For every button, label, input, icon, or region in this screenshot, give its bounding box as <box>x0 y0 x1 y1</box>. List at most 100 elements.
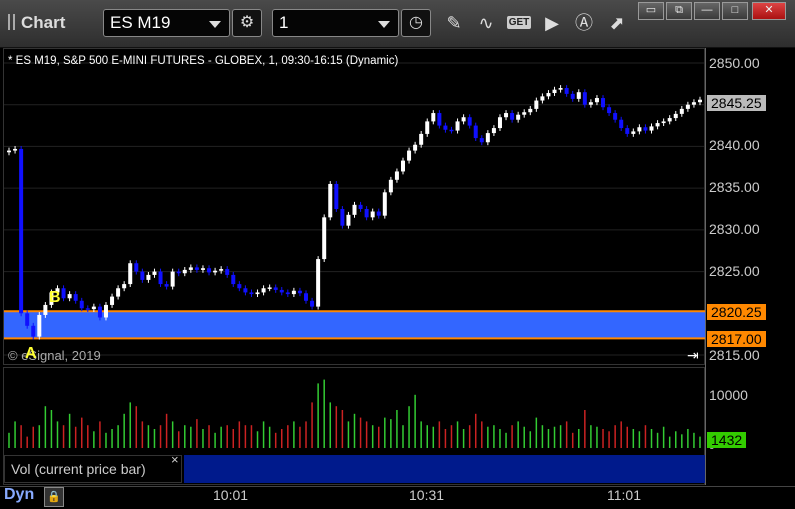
candle-body <box>370 211 375 218</box>
candle-body <box>122 284 127 289</box>
candle-body <box>419 133 424 145</box>
candle-body <box>316 259 321 307</box>
candle-body <box>110 296 115 305</box>
time-axis[interactable] <box>0 486 795 509</box>
candle-body <box>443 125 448 130</box>
candle-body <box>37 314 42 337</box>
candle-body <box>91 306 96 310</box>
candle-body <box>588 102 593 105</box>
candle-body <box>31 325 36 337</box>
candle-body <box>491 128 496 134</box>
candle-body <box>310 300 315 307</box>
candle-body <box>449 129 454 132</box>
candle-body <box>655 123 660 127</box>
candle-body <box>7 150 11 153</box>
candle-body <box>667 118 672 122</box>
candle-body <box>103 304 108 318</box>
lock-icon[interactable]: 🔒 <box>44 487 64 507</box>
candle-body <box>607 107 612 114</box>
price-tick: 2825.00 <box>709 263 760 279</box>
candle-body <box>631 131 636 134</box>
candle-body <box>279 289 284 293</box>
support-band <box>4 311 705 339</box>
candle-body <box>352 204 357 215</box>
candle-body <box>558 88 563 90</box>
candle-body <box>485 133 490 143</box>
candle-body <box>576 92 581 99</box>
candle-body <box>394 171 399 180</box>
candle-body <box>594 98 599 103</box>
candle-body <box>304 293 309 301</box>
annotation-b: B <box>49 289 61 306</box>
candle-body <box>291 290 296 295</box>
candle-body <box>407 150 412 161</box>
candle-body <box>297 290 302 294</box>
volume-study-label[interactable]: Vol (current price bar) <box>4 455 182 483</box>
candle-body <box>79 300 84 309</box>
candle-body <box>400 160 405 172</box>
candle-body <box>225 269 230 275</box>
chart-canvas <box>4 62 705 448</box>
candle-body <box>461 117 466 122</box>
candle-body <box>231 274 236 285</box>
candle-body <box>85 308 90 310</box>
candle-body <box>188 267 193 270</box>
candle-body <box>261 288 266 293</box>
candle-body <box>134 263 139 272</box>
dynamic-mode-label[interactable]: Dyn <box>4 486 34 504</box>
candle-body <box>437 113 442 126</box>
candle-body <box>322 217 327 260</box>
candle-body <box>552 89 557 94</box>
candle-body <box>467 117 472 126</box>
candle-body <box>43 304 48 315</box>
candle-body <box>267 287 272 289</box>
candle-body <box>67 294 72 299</box>
candle-body <box>243 288 248 293</box>
candle-body <box>473 125 478 139</box>
price-tick: 2815.00 <box>709 347 760 363</box>
candle-body <box>673 113 678 119</box>
candle-body <box>364 209 369 218</box>
candle-body <box>158 271 163 285</box>
candle-body <box>182 269 187 274</box>
candle-body <box>582 92 587 105</box>
candle-body <box>334 183 339 209</box>
candle-body <box>637 127 642 132</box>
candle-body <box>619 119 624 129</box>
annotation-a: A <box>25 345 37 362</box>
candle-body <box>504 113 509 118</box>
candle-body <box>522 112 527 115</box>
candle-body <box>546 93 551 97</box>
candle-body <box>340 209 345 226</box>
candle-body <box>564 88 569 94</box>
time-tick: 11:01 <box>607 487 641 503</box>
price-tick: 2830.00 <box>709 221 760 237</box>
candle-body <box>661 121 666 124</box>
candle-body <box>510 113 515 120</box>
candle-body <box>116 288 121 297</box>
candle-body <box>273 287 278 290</box>
candle-body <box>97 306 102 318</box>
candle-body <box>376 211 381 216</box>
candle-body <box>140 271 145 280</box>
candle-body <box>25 313 30 326</box>
time-tick: 10:01 <box>213 487 249 503</box>
volume-tick: 10000 <box>709 387 748 403</box>
candle-body <box>382 192 387 216</box>
jump-to-end-icon[interactable]: ⇥ <box>687 347 699 364</box>
price-tick: 2835.00 <box>709 179 760 195</box>
close-icon[interactable]: × <box>171 452 179 467</box>
candle-body <box>601 98 606 108</box>
candle-body <box>425 121 430 134</box>
candle-body <box>255 292 260 295</box>
candle-body <box>61 288 66 299</box>
candle-body <box>13 148 18 151</box>
candle-body <box>679 108 684 114</box>
volume-study-strip <box>184 455 705 483</box>
candle-body <box>207 268 212 273</box>
price-tick: 2840.00 <box>709 137 760 153</box>
candle-body <box>413 144 418 151</box>
volume-current-tag: 1432 <box>707 432 747 448</box>
candle-body <box>649 126 654 131</box>
candle-body <box>285 292 290 295</box>
